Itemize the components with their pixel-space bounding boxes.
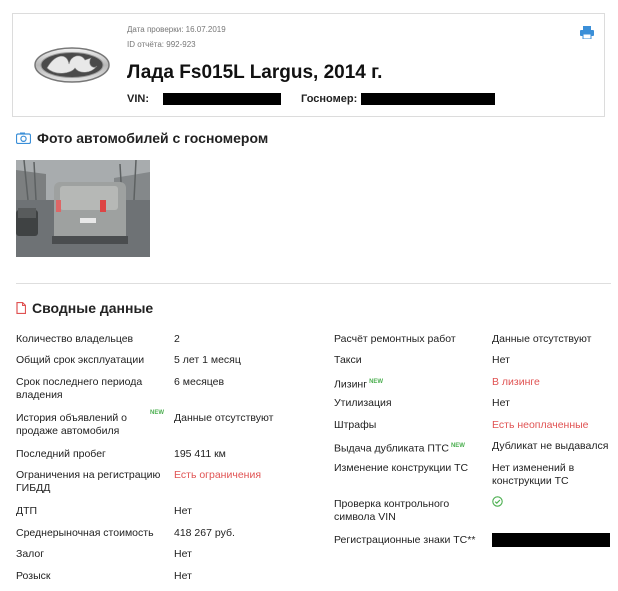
summary-label: Последний пробег (16, 448, 106, 460)
car-title: Лада Fs015L Largus, 2014 г. (127, 62, 383, 83)
report-header-card: Дата проверки: 16.07.2019 ID отчёта: 992… (12, 13, 605, 117)
vin-redacted (163, 93, 281, 105)
summary-label: Регистрационные знаки ТС** (334, 534, 476, 546)
vin-check-status (492, 496, 610, 511)
summary-title: Сводные данные (32, 300, 154, 316)
summary-value: Нет (492, 397, 510, 409)
summary-value: Дубликат не выдавался (492, 440, 609, 452)
new-badge: NEW (369, 379, 384, 385)
summary-label: Розыск (16, 570, 51, 582)
summary-label-with-badge: Лизинг NEW (334, 376, 484, 392)
summary-value: Нет (174, 505, 192, 517)
summary-value: 195 411 км (174, 448, 226, 460)
summary-label: Изменение конструкции ТС (334, 462, 469, 474)
summary-value: Нет изменений в конструкции ТС (492, 462, 575, 487)
summary-label: Утилизация (334, 397, 392, 409)
summary-label-text: Лизинг (334, 378, 368, 391)
car-photo[interactable] (16, 160, 150, 257)
photos-section-title: Фото автомобилей с госномером (16, 130, 268, 146)
summary-label: Срок последнего периода владения (16, 376, 143, 401)
summary-label: Такси (334, 354, 362, 366)
summary-value: Данные отсутствуют (492, 333, 592, 345)
new-badge: NEW (450, 443, 465, 449)
summary-value: Нет (492, 354, 510, 366)
report-id: ID отчёта: 992-923 (127, 40, 196, 49)
summary-value: Нет (174, 570, 192, 582)
summary-label: Штрафы (334, 419, 377, 431)
summary-label: Залог (16, 548, 45, 560)
summary-value: 2 (174, 333, 180, 345)
vin-label: VIN: (127, 93, 149, 105)
lada-logo-icon (34, 47, 110, 83)
check-date: Дата проверки: 16.07.2019 (127, 25, 226, 34)
new-badge: NEW (150, 410, 164, 416)
photos-title: Фото автомобилей с госномером (37, 130, 269, 146)
summary-value: 6 месяцев (174, 376, 225, 388)
summary-label: Общий срок эксплуатации (16, 354, 145, 366)
plate-redacted (361, 93, 496, 105)
print-icon[interactable] (580, 26, 594, 39)
summary-label: Проверка контрольного символа VIN (334, 498, 450, 523)
check-circle-icon (492, 496, 503, 507)
summary-label: Количество владельцев (16, 333, 134, 345)
summary-label-text: Выдача дубликата ПТС (334, 442, 449, 455)
summary-value: Нет (174, 548, 192, 560)
summary-label-with-badge: Выдача дубликата ПТС NEW (334, 440, 484, 456)
plate-label: Госномер: (301, 93, 358, 105)
camera-icon (16, 132, 31, 144)
summary-label: История объявлений о продаже автомобиля (16, 412, 127, 437)
summary-label: ДТП (16, 505, 38, 517)
summary-value-warning[interactable]: В лизинге (492, 376, 610, 389)
summary-label: Среднерыночная стоимость (16, 527, 154, 539)
summary-value-warning[interactable]: Есть неоплаченные (492, 419, 610, 432)
summary-value: Данные отсутствуют (174, 412, 274, 424)
summary-value: 5 лет 1 месяц (174, 354, 241, 366)
summary-value: 418 267 руб. (174, 527, 235, 539)
summary-value-warning[interactable]: Есть ограничения (174, 469, 314, 482)
section-divider (16, 283, 611, 284)
registration-plates-redacted (492, 533, 610, 547)
summary-label: Расчёт ремонтных работ (334, 333, 456, 345)
summary-label: Ограничения на регистрацию ГИБДД (16, 469, 161, 494)
summary-section-title: Сводные данные (16, 300, 153, 316)
vin-plate-row: VIN: Госномер: (127, 93, 496, 105)
document-icon (16, 302, 26, 314)
